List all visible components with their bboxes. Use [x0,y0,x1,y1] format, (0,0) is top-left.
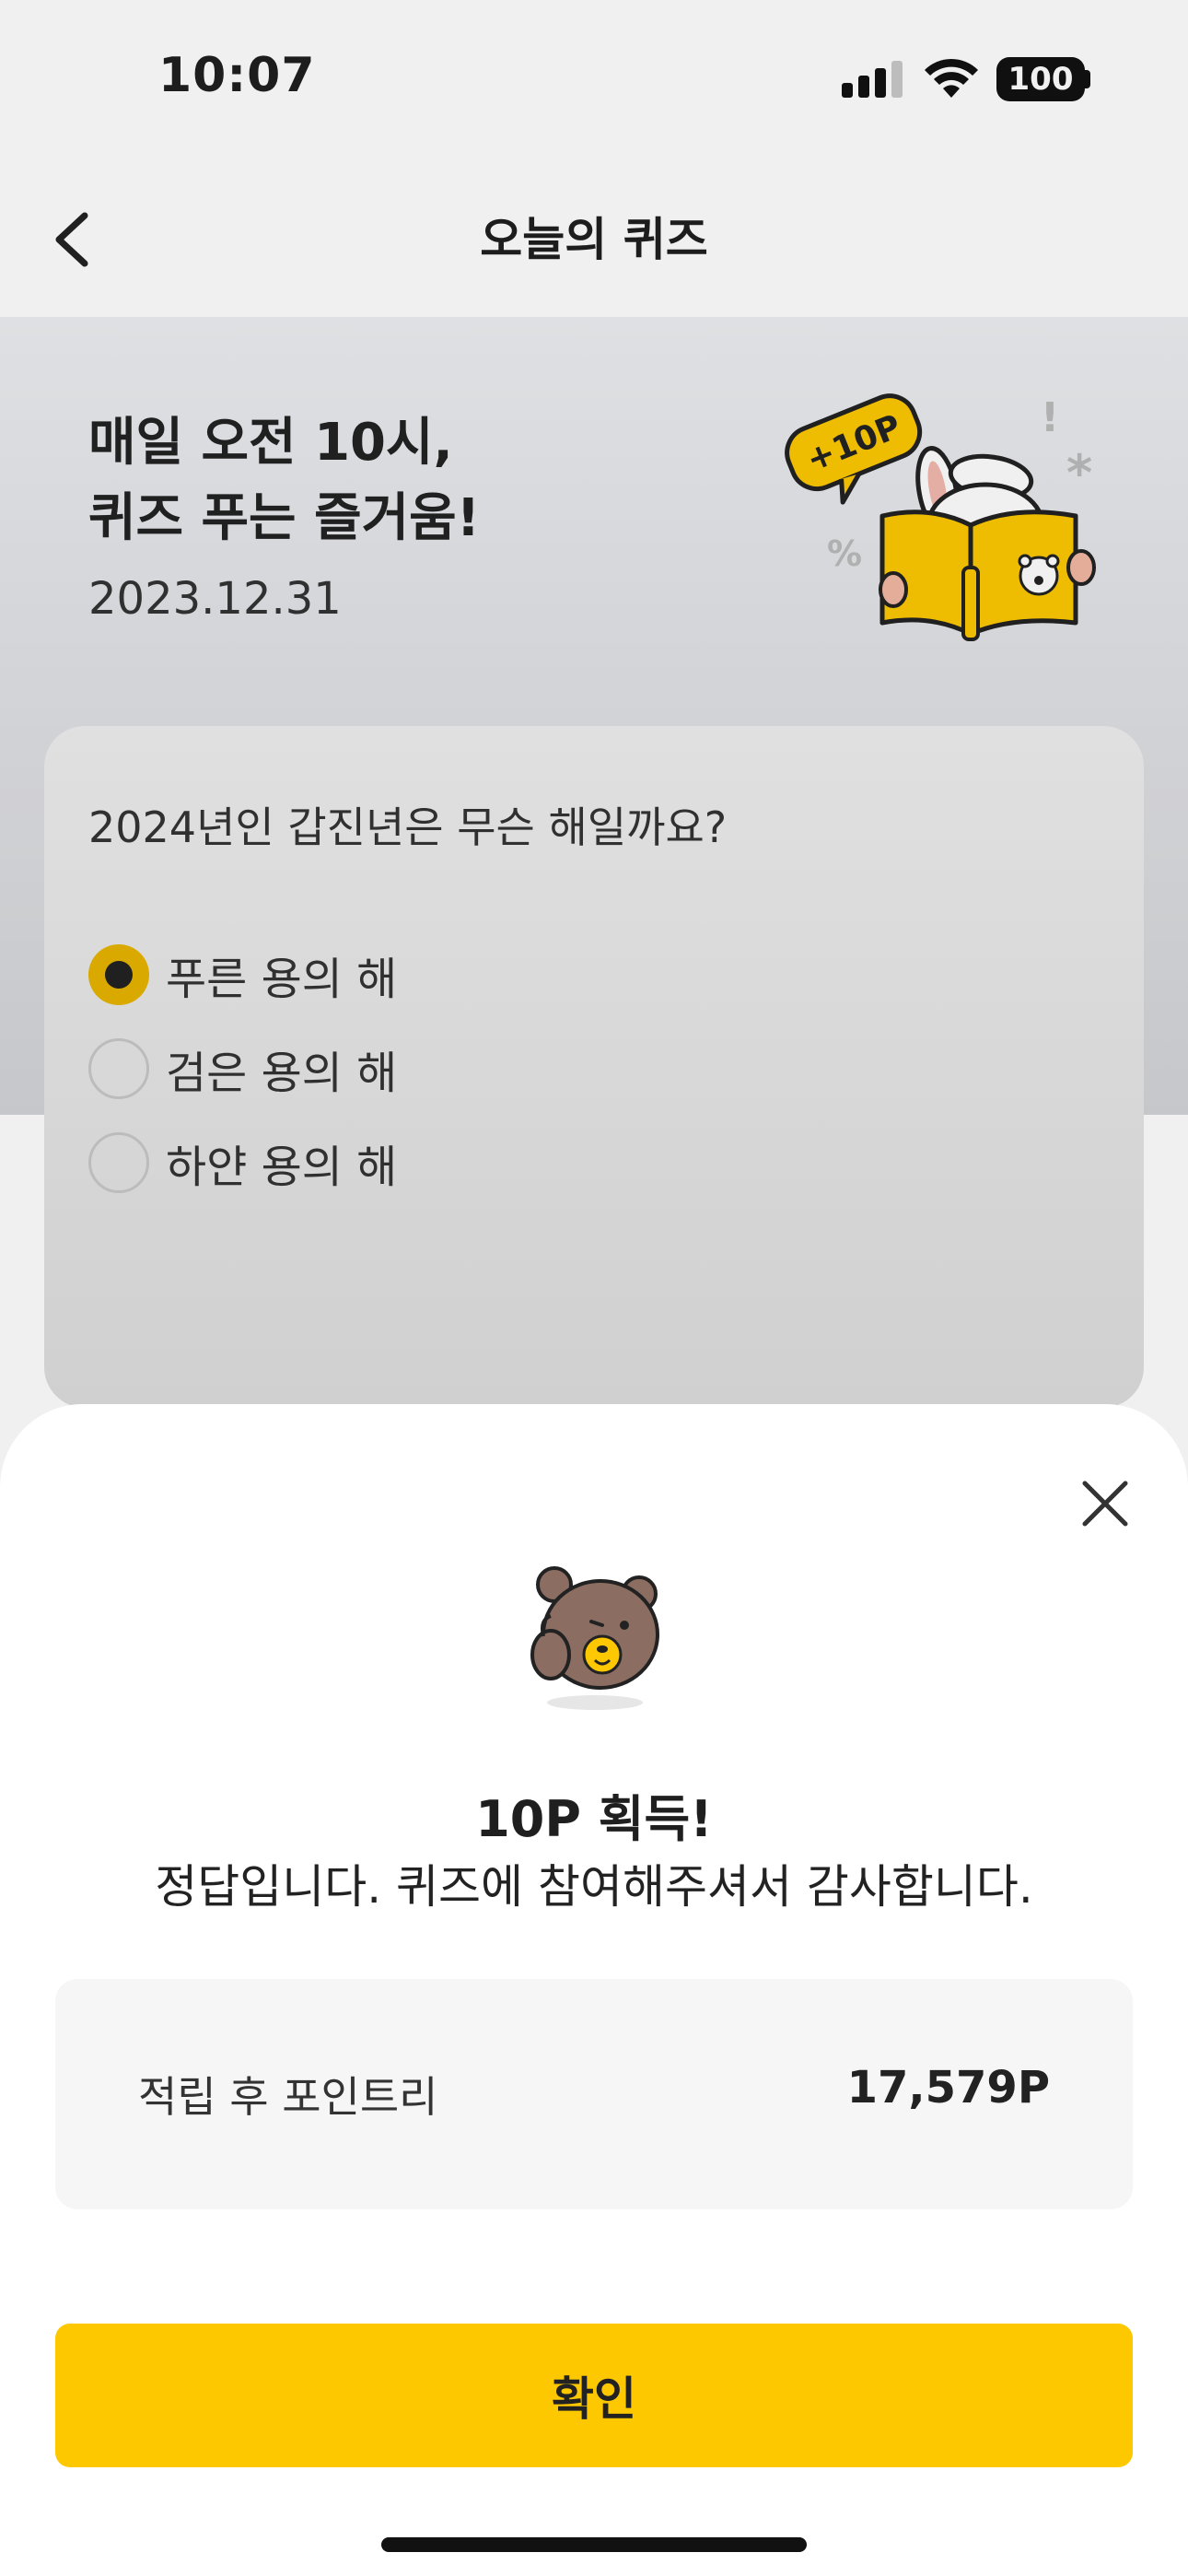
points-label: 적립 후 포인트리 [138,2072,438,2122]
bear-thumbs-up-icon [530,1566,659,1710]
confirm-button[interactable]: 확인 [55,2324,1133,2467]
result-description: 정답입니다. 퀴즈에 참여해주셔서 감사합니다. [155,1860,1033,1914]
confirm-button-label: 확인 [552,2372,636,2426]
result-title: 10P 획득! [475,1790,713,1848]
home-indicator[interactable] [381,2537,807,2552]
points-value: 17,579P [846,2062,1050,2113]
close-button[interactable] [1079,1478,1131,1529]
